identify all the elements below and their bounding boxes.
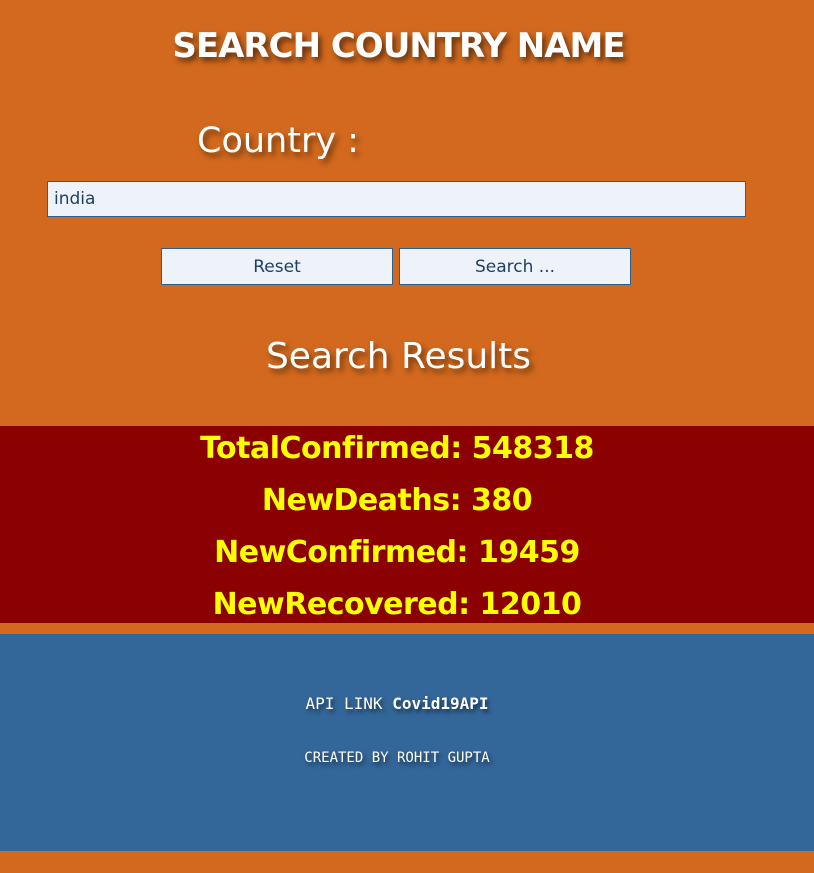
country-label: Country :: [197, 121, 359, 161]
result-new-deaths: NewDeaths: 380: [261, 483, 533, 518]
footer: API LINK Covid19API CREATED BY ROHIT GUP…: [0, 634, 814, 851]
footer-api-line: API LINK Covid19API: [0, 692, 794, 716]
result-new-recovered: NewRecovered: 12010: [212, 587, 582, 622]
result-new-confirmed: NewConfirmed: 19459: [214, 535, 580, 570]
result-total-confirmed: TotalConfirmed: 548318: [200, 431, 594, 466]
reset-button[interactable]: Reset: [161, 248, 393, 285]
country-input[interactable]: [47, 181, 746, 217]
api-link[interactable]: Covid19API: [392, 694, 488, 713]
api-link-prefix: API LINK: [305, 694, 383, 713]
results-panel: TotalConfirmed: 548318 NewDeaths: 380 Ne…: [0, 426, 814, 623]
footer-credit: CREATED BY ROHIT GUPTA: [304, 750, 490, 766]
results-title: Search Results: [265, 336, 532, 377]
page-title: SEARCH COUNTRY NAME: [172, 26, 625, 66]
search-button[interactable]: Search ...: [399, 248, 631, 285]
